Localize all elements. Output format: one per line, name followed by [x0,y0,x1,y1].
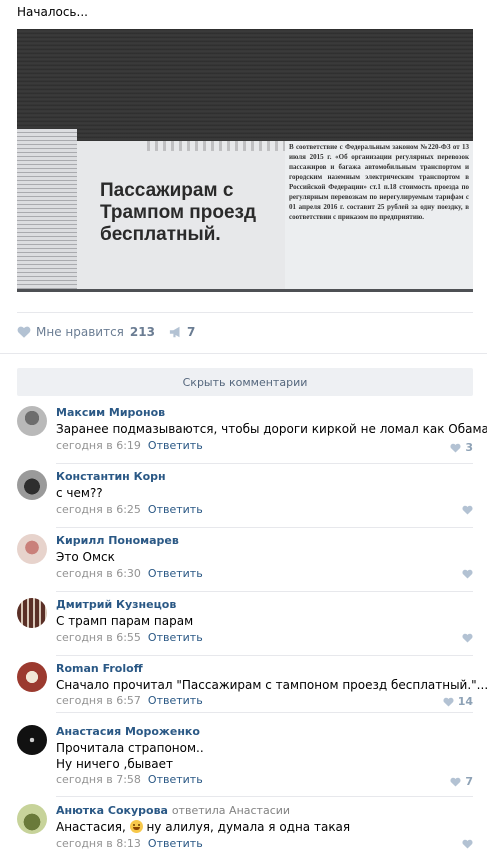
reply-link[interactable]: Ответить [148,837,203,850]
comment-like[interactable] [462,839,473,849]
heart-icon[interactable] [450,443,461,453]
post-text: Началось... [17,5,88,19]
comment-author-name[interactable]: Анютка Сокурова [56,804,168,817]
heart-icon[interactable] [462,505,473,515]
sign-text: Пассажирам с Трампом проезд бесплатный. [100,180,257,245]
comment-meta: сегодня в 6:55 Ответить [56,631,203,644]
comment-author[interactable]: Дмитрий Кузнецов [56,598,176,611]
comment-text: Анастасия, ну алилуя, думала я одна така… [56,819,350,835]
comment-meta: сегодня в 6:30 Ответить [56,567,203,580]
comment-meta: сегодня в 8:13 Ответить [56,837,203,850]
reply-link[interactable]: Ответить [148,631,203,644]
comment-divider [56,712,473,713]
comment-like[interactable]: 3 [450,441,473,454]
megaphone-icon[interactable] [169,325,183,339]
comment-text: С трамп парам парам [56,614,194,628]
comment: Анютка Сокурова ответила Анастасии Анаст… [17,804,473,862]
comment-meta: сегодня в 7:58 Ответить [56,773,203,786]
comment-time[interactable]: сегодня в 6:57 [56,694,141,707]
comment-time[interactable]: сегодня в 6:19 [56,439,141,452]
comment-author[interactable]: Максим Миронов [56,406,165,419]
comment-like[interactable] [462,505,473,515]
comment-divider [56,796,473,797]
comment-like[interactable] [462,633,473,643]
notice-sheet-left [17,129,77,289]
comment-like-count: 14 [457,695,473,708]
divider [17,312,473,313]
comment-text-end: ну алилуя, думала я одна такая [146,820,351,834]
comment-like[interactable]: 7 [450,775,473,788]
notice-text: В соответствие с Федеральным законом №22… [289,143,469,221]
like-button[interactable]: Мне нравится [36,325,124,339]
comment-time[interactable]: сегодня в 7:58 [56,773,141,786]
comment-meta: сегодня в 6:25 Ответить [56,503,203,516]
comment-author[interactable]: Roman Froloff [56,662,143,675]
hide-comments-button[interactable]: Скрыть комментарии [17,368,473,396]
comment-time[interactable]: сегодня в 6:55 [56,631,141,644]
comment-text-line: Прочитала страпоном.. [56,741,204,755]
heart-icon[interactable] [462,633,473,643]
comment-text: с чем?? [56,486,103,500]
comment: Максим Миронов Заранее подмазываются, чт… [17,406,487,464]
avatar[interactable] [17,406,47,436]
heart-icon[interactable] [443,697,454,707]
comment-like-count: 7 [465,775,473,788]
comment-like[interactable]: 14 [443,695,473,708]
comment-text-start: Анастасия, [56,820,126,834]
comment: Кирилл Пономарев Это Омск сегодня в 6:30… [17,534,473,592]
comment-time[interactable]: сегодня в 6:30 [56,567,141,580]
avatar[interactable] [17,662,47,692]
grinning-emoji-icon [129,820,143,833]
reply-link[interactable]: Ответить [148,567,203,580]
heart-icon[interactable] [462,569,473,579]
heart-icon[interactable] [462,839,473,849]
comment-meta: сегодня в 6:19 Ответить [56,439,203,452]
reply-link[interactable]: Ответить [148,503,203,516]
divider [0,353,487,354]
comment: Анастасия Мороженко Прочитала страпоном.… [17,725,473,797]
like-count[interactable]: 213 [130,325,155,339]
comment-meta: сегодня в 6:57 Ответить [56,694,203,707]
comment-time[interactable]: сегодня в 6:25 [56,503,141,516]
comment-divider [56,527,473,528]
avatar[interactable] [17,470,47,500]
share-count[interactable]: 7 [187,325,195,339]
reply-to-label[interactable]: ответила Анастасии [172,804,290,817]
comment-text: Сначало прочитал "Пассажирам с тампоном … [56,678,487,692]
comment: Roman Froloff Сначало прочитал "Пассажир… [17,662,487,713]
comment-text: Прочитала страпоном.. Ну ничего ,бывает [56,740,204,772]
avatar[interactable] [17,534,47,564]
avatar[interactable] [17,804,47,834]
heart-icon[interactable] [450,777,461,787]
comment-divider [56,463,473,464]
heart-icon[interactable] [17,325,31,339]
comment-text-line: Ну ничего ,бывает [56,757,174,771]
comment: Дмитрий Кузнецов С трамп парам парам сег… [17,598,473,656]
comment-like[interactable] [462,569,473,579]
avatar[interactable] [17,598,47,628]
bus-ceiling [17,29,473,144]
comment-text: Заранее подмазываются, чтобы дороги кирк… [56,422,487,436]
post-photo[interactable]: Пассажирам с Трампом проезд бесплатный. … [17,29,473,292]
comment-author[interactable]: Константин Корн [56,470,166,483]
avatar[interactable] [17,725,47,755]
comment: Константин Корн с чем?? сегодня в 6:25 От… [17,470,473,528]
comment-author[interactable]: Анастасия Мороженко [56,725,200,738]
comment-time[interactable]: сегодня в 8:13 [56,837,141,850]
comment-author: Анютка Сокурова ответила Анастасии [56,804,290,817]
reply-link[interactable]: Ответить [148,694,203,707]
comment-author[interactable]: Кирилл Пономарев [56,534,179,547]
reply-link[interactable]: Ответить [148,439,203,452]
comment-text: Это Омск [56,550,115,564]
post-actions: Мне нравится 213 7 [17,322,195,342]
reply-link[interactable]: Ответить [148,773,203,786]
sheet-binder [147,141,287,151]
comment-divider [56,591,473,592]
comment-like-count: 3 [465,441,473,454]
comment-divider [56,655,473,656]
